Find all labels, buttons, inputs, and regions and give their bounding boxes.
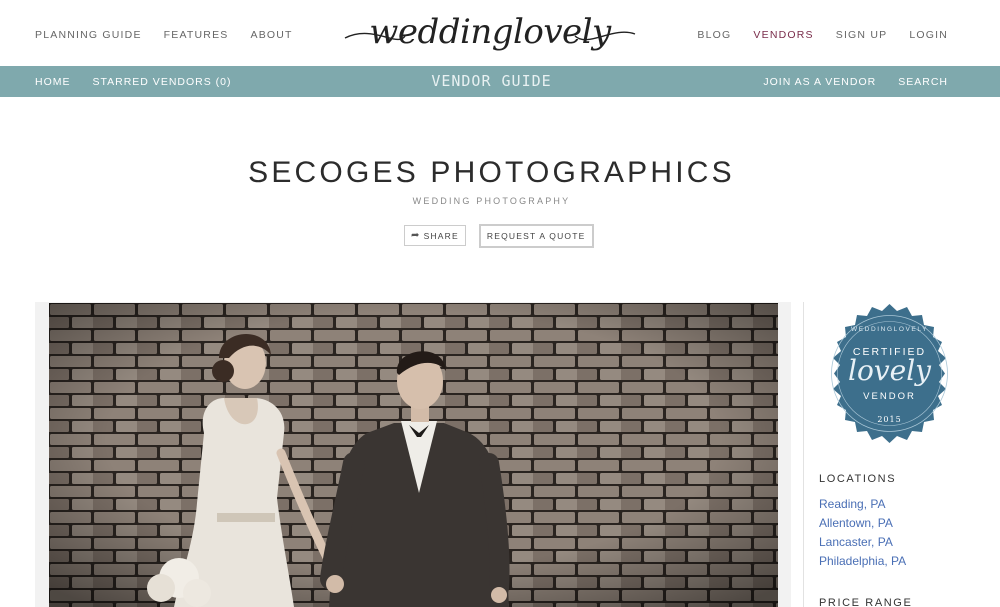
primary-nav-right: BLOG VENDORS SIGN UP LOGIN <box>697 29 948 41</box>
nav-vendors[interactable]: VENDORS <box>753 29 813 41</box>
vendor-category: WEDDING PHOTOGRAPHY <box>412 196 571 206</box>
wedding-couple-photo <box>49 303 778 607</box>
primary-nav-left: PLANNING GUIDE FEATURES ABOUT <box>35 29 293 41</box>
nav-sign-up[interactable]: SIGN UP <box>836 29 888 41</box>
badge-top-text: WEDDINGLOVELY <box>850 326 929 333</box>
locations-heading: LOCATIONS <box>819 473 897 485</box>
logo-wordmark: weddinglovely <box>369 12 611 52</box>
location-link[interactable]: Lancaster, PA <box>819 533 906 552</box>
subnav-search[interactable]: SEARCH <box>898 76 948 88</box>
request-quote-button[interactable]: REQUEST A QUOTE <box>478 224 594 248</box>
column-divider <box>803 302 804 607</box>
price-range-heading: PRICE RANGE <box>819 597 913 607</box>
vendor-name: SECOGES PHOTOGRAPHICS <box>248 156 735 189</box>
subnav-join-as-vendor[interactable]: JOIN AS A VENDOR <box>763 76 876 88</box>
location-link[interactable]: Philadelphia, PA <box>819 552 906 571</box>
nav-planning-guide[interactable]: PLANNING GUIDE <box>35 29 142 41</box>
share-arrow-icon: ➦ <box>411 230 421 241</box>
location-link[interactable]: Allentown, PA <box>819 514 906 533</box>
locations-list: Reading, PA Allentown, PA Lancaster, PA … <box>819 495 906 571</box>
nav-blog[interactable]: BLOG <box>697 29 731 41</box>
vendor-hero-photo[interactable] <box>49 303 778 607</box>
nav-about[interactable]: ABOUT <box>250 29 292 41</box>
badge-year: 2015 <box>877 415 902 424</box>
location-link[interactable]: Reading, PA <box>819 495 906 514</box>
share-label: SHARE <box>423 230 459 241</box>
nav-features[interactable]: FEATURES <box>164 29 229 41</box>
vendor-guide-bar: HOME STARRED VENDORS (0) VENDOR GUIDE JO… <box>0 66 1000 97</box>
badge-vendor: VENDOR <box>863 391 916 402</box>
nav-login[interactable]: LOGIN <box>909 29 948 41</box>
vendor-actions: ➦ SHARE REQUEST A QUOTE <box>404 224 594 248</box>
badge-script: lovely <box>848 354 931 387</box>
subnav-right: JOIN AS A VENDOR SEARCH <box>763 76 948 88</box>
certified-vendor-badge: WEDDINGLOVELY CERTIFIED lovely VENDOR 20… <box>818 302 961 445</box>
site-header: PLANNING GUIDE FEATURES ABOUT weddinglov… <box>0 0 1000 66</box>
share-button[interactable]: ➦ SHARE <box>404 225 466 246</box>
site-logo[interactable]: weddinglovely <box>343 4 637 66</box>
